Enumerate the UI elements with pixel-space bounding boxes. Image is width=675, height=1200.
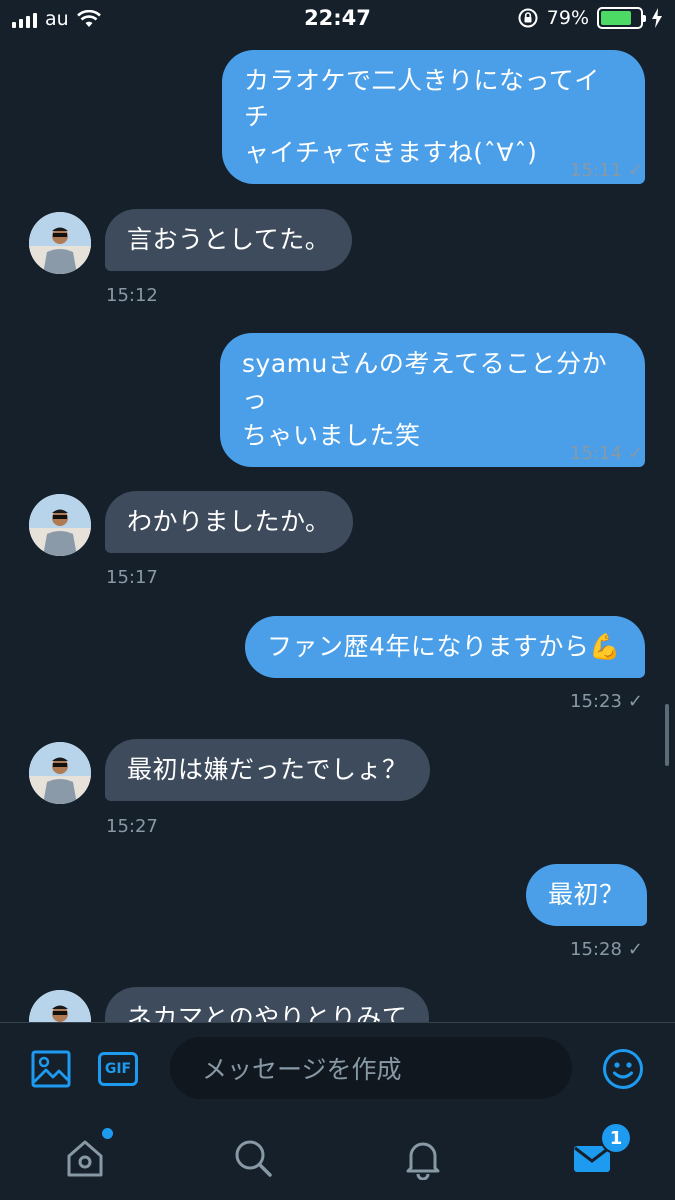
message-bubble-incoming[interactable]: わかりましたか。 — [105, 491, 353, 553]
message-bubble-incoming[interactable]: 言おうとしてた。 — [105, 209, 353, 271]
message-timestamp: 15:17 — [106, 567, 158, 588]
message-timestamp: 15:12 — [106, 285, 158, 306]
message-text: 最初？ — [548, 880, 625, 909]
message-text: syamuさんの考えてること分かっ — [242, 349, 608, 414]
message-timestamp: 15:28 ✓ — [570, 939, 643, 960]
message-text: 最初は嫌だったでしょ？ — [127, 755, 408, 784]
image-icon — [31, 1050, 71, 1088]
rotation-lock-icon — [518, 8, 538, 28]
scrollbar[interactable] — [665, 704, 669, 766]
home-icon — [67, 1140, 103, 1177]
sent-check-icon: ✓ — [627, 443, 643, 464]
conversation-thread[interactable]: カラオケで二人きりになってイチ ャイチャできますね(ˆ∀ˆ) 15:11 ✓ 言お… — [0, 38, 675, 1022]
avatar[interactable] — [29, 212, 91, 274]
message-text: ファン歴4年になりますから💪 — [267, 632, 622, 661]
message-input-placeholder: メッセージを作成 — [202, 1055, 402, 1084]
message-text: ネカマとのやりとりみて — [127, 1003, 408, 1022]
unread-badge: 1 — [600, 1122, 632, 1154]
tab-messages[interactable]: 1 — [568, 1122, 632, 1182]
emoji-button[interactable] — [601, 1047, 645, 1091]
bell-icon — [406, 1142, 440, 1180]
avatar[interactable] — [29, 494, 91, 556]
message-bubble-outgoing[interactable]: 最初？ — [526, 864, 647, 926]
message-composer: GIF メッセージを作成 — [0, 1022, 675, 1114]
message-input[interactable]: メッセージを作成 — [170, 1037, 572, 1099]
battery-icon — [597, 7, 646, 29]
message-text: わかりましたか。 — [127, 507, 331, 536]
status-right: 79% — [517, 7, 663, 29]
avatar[interactable] — [29, 990, 91, 1022]
message-text: ャイチャできますね(ˆ∀ˆ) — [244, 138, 538, 167]
message-text: 言おうとしてた。 — [127, 225, 331, 254]
smiley-icon — [603, 1049, 643, 1089]
sent-check-icon: ✓ — [627, 691, 643, 712]
sent-check-icon: ✓ — [627, 160, 643, 181]
tab-bar: 1 — [0, 1114, 675, 1200]
message-bubble-outgoing[interactable]: ファン歴4年になりますから💪 — [245, 616, 645, 678]
status-bar: au 22:47 79% — [0, 0, 675, 38]
message-bubble-incoming[interactable]: ネカマとのやりとりみて — [105, 987, 430, 1022]
avatar[interactable] — [29, 742, 91, 804]
battery-percent: 79% — [546, 7, 589, 29]
tab-search[interactable] — [229, 1134, 277, 1182]
tab-home[interactable] — [61, 1128, 113, 1182]
message-text: ちゃいました笑 — [242, 421, 421, 450]
message-timestamp: 15:23 ✓ — [570, 691, 643, 712]
charging-icon — [652, 8, 662, 28]
image-button[interactable] — [29, 1047, 73, 1091]
message-bubble-incoming[interactable]: 最初は嫌だったでしょ？ — [105, 739, 430, 801]
search-icon — [235, 1140, 272, 1177]
sent-check-icon: ✓ — [627, 939, 643, 960]
gif-button[interactable]: GIF — [96, 1047, 140, 1091]
tab-notifications[interactable] — [399, 1134, 447, 1182]
message-text: カラオケで二人きりになってイチ — [244, 66, 600, 131]
message-timestamp: 15:11 ✓ — [570, 160, 643, 181]
notification-dot — [102, 1128, 113, 1139]
message-timestamp: 15:27 — [106, 816, 158, 837]
gif-icon: GIF — [98, 1052, 138, 1086]
message-timestamp: 15:14 ✓ — [570, 443, 643, 464]
